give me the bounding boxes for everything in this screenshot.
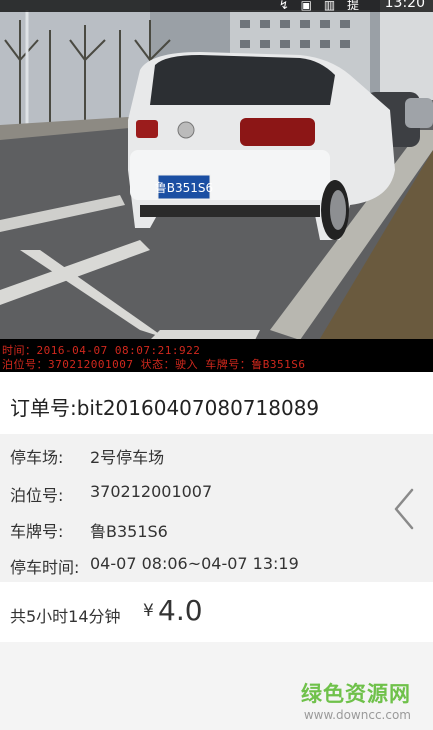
lot-value: 2号停车场: [90, 448, 165, 467]
plate-text: 鲁B351S6: [155, 181, 213, 195]
parking-time-value: 04-07 08:06~04-07 13:19: [90, 554, 299, 573]
berth-value: 370212001007: [90, 482, 213, 501]
status-icons: ↯ ▣ ▥ 提: [278, 0, 363, 12]
watermark-url: www.downcc.com: [303, 708, 411, 722]
overlay-berth-status: 泊位号：370212001007 状态：驶入 车牌号：鲁B351S6: [2, 358, 306, 371]
camera-info-overlay: 时间：2016-04-07 08:07:21:922 泊位号：370212001…: [0, 339, 433, 372]
parking-time-label: 停车时间:: [10, 558, 80, 577]
watermark-logo: 绿色资源网: [301, 682, 411, 706]
watermark: 绿色资源网 www.downcc.com: [301, 678, 411, 722]
plate-label: 车牌号:: [10, 522, 64, 541]
status-bar: ↯ ▣ ▥ 提 13:20: [0, 0, 433, 12]
order-header: 订单号:bit20160407080718089: [0, 372, 433, 434]
car-photo-illustration: 鲁B351S6: [0, 0, 433, 372]
lot-label: 停车场:: [10, 448, 64, 467]
fee-amount: 4.0: [158, 594, 203, 627]
fee-summary: 共5小时14分钟 ¥ 4.0: [0, 582, 433, 642]
berth-label: 泊位号:: [10, 486, 64, 505]
chevron-left-icon[interactable]: [388, 486, 422, 532]
parking-duration: 共5小时14分钟: [10, 607, 121, 626]
plate-value: 鲁B351S6: [90, 522, 168, 541]
currency-symbol: ¥: [143, 601, 154, 621]
parking-photo: 鲁B351S6 ↯ ▣ ▥ 提 13:20 时间：2016-04-07 08:0…: [0, 0, 433, 372]
status-time: 13:20: [384, 0, 425, 11]
order-number: 订单号:bit20160407080718089: [10, 396, 320, 420]
parking-details: 停车场: 2号停车场 泊位号: 370212001007 车牌号: 鲁B351S…: [0, 434, 433, 582]
